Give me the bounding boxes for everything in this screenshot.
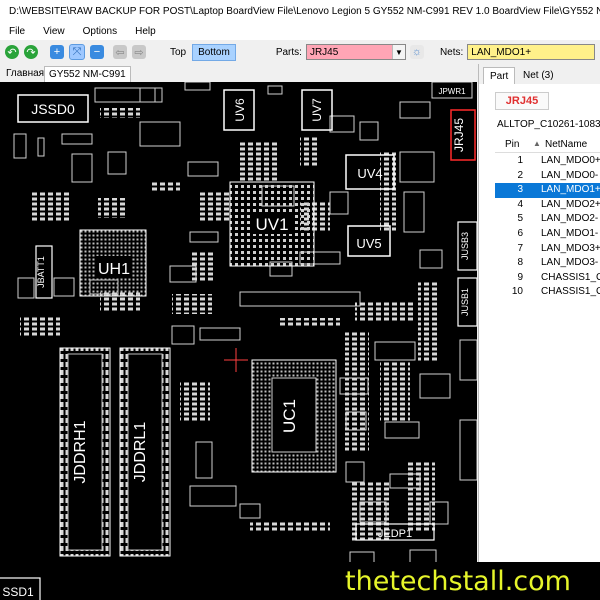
parts-label: Parts: [275,46,302,58]
nets-label: Nets: [439,46,464,58]
jddrl1-label: JDDRL1 [132,422,149,483]
table-row[interactable]: 6 LAN_MDO1- [495,227,600,242]
pin-number: 1 [517,155,523,166]
uv4-label: UV4 [357,166,382,181]
pin-number: 7 [517,242,523,254]
table-row[interactable]: 7 LAN_MDO3+ [495,242,600,257]
uv6-label: UV6 [233,98,247,122]
side-toggle: Top Bottom [164,43,236,61]
jrj45-label: JRJ45 [452,118,466,152]
net-name: LAN_MDO1+ [541,184,600,196]
table-row[interactable]: 2 LAN_MDO0- [495,169,600,184]
pin-number: 4 [517,198,523,210]
pin-number: 10 [511,286,523,298]
uv5-label: UV5 [356,236,381,251]
pin-table-header: Pin ▲ NetName [495,138,600,153]
board-drawing[interactable]: JSSD0 UV6 UV7 JPWR1 JRJ45 UV4 UV1 UV5 UH… [0,82,477,600]
net-name: CHASSIS1_GND [541,286,600,298]
net-name: LAN_MDO0- [541,169,599,181]
bottom-button[interactable]: Bottom [192,43,236,61]
menu-options[interactable]: Options [74,26,126,37]
side-tabs: Part Net (3) [479,64,600,84]
zoom-out-icon[interactable]: − [90,45,104,59]
nets-value: LAN_MDO1+ [471,46,532,58]
menu-help[interactable]: Help [126,26,165,37]
uc1-label: UC1 [280,399,299,433]
table-row[interactable]: 10 CHASSIS1_GND [495,285,600,300]
pin-number: 6 [517,227,523,239]
menu-file[interactable]: File [0,26,34,37]
tab-home[interactable]: Главная [2,66,48,81]
pin-column-header[interactable]: Pin [505,139,519,150]
pin-number: 3 [517,184,523,196]
watermark: thetechstall.com [316,562,600,600]
component-name: ALLTOP_C10261-10839 [497,119,600,130]
connector-right-2[interactable] [459,419,477,481]
net-name: LAN_MDO1- [541,227,599,239]
fit-view-icon[interactable]: ⤧ [69,44,85,60]
net-name: CHASSIS1_GND [541,271,600,283]
table-row[interactable]: 8 LAN_MDO3- [495,256,600,271]
jssd0-label: JSSD0 [31,101,75,117]
table-row[interactable]: 4 LAN_MDO2+ [495,198,600,213]
tab-net[interactable]: Net (3) [517,67,560,83]
part-name: JRJ45 [495,92,549,110]
arrow-left-icon[interactable]: ⇦ [113,45,127,59]
back-icon[interactable]: ↶ [5,45,19,59]
jbatt1-label: JBATT1 [36,256,46,288]
uv1-label: UV1 [255,215,288,234]
parts-value: JRJ45 [309,46,339,58]
connector-right-1[interactable] [459,339,477,381]
pin-number: 8 [517,257,523,269]
tab-part[interactable]: Part [483,67,516,84]
net-name: LAN_MDO3- [541,257,599,269]
pin-number: 9 [517,271,523,283]
document-tabs: Главная GY552 NM-C991 [0,64,478,82]
zoom-in-icon[interactable]: + [50,45,64,59]
tab-board-file[interactable]: GY552 NM-C991 [44,66,131,82]
jedp1-label: JEDP1 [378,528,412,540]
uh1-label: UH1 [98,261,130,278]
side-panel: Part Net (3) JRJ45 ALLTOP_C10261-10839 P… [478,64,600,600]
menu-bar: File View Options Help [0,22,600,40]
pin-number: 5 [517,213,523,225]
table-row[interactable]: 3 LAN_MDO1+ [495,183,600,198]
net-name: LAN_MDO3+ [541,242,600,254]
window-title: D:\WEBSITE\RAW BACKUP FOR POST\Laptop Bo… [9,5,600,17]
parts-select[interactable]: JRJ45 ▼ [305,44,406,60]
jusb3-label: JUSB3 [460,232,470,260]
jusb1-label: JUSB1 [460,288,470,316]
jpwr1-label: JPWR1 [438,87,466,96]
netname-column-header[interactable]: NetName [545,139,587,150]
table-row[interactable]: 1 LAN_MDO0+ [495,154,600,169]
forward-icon[interactable]: ↷ [24,45,38,59]
title-bar: D:\WEBSITE\RAW BACKUP FOR POST\Laptop Bo… [0,0,600,22]
uv7-label: UV7 [310,98,324,122]
jddrh1-label: JDDRH1 [72,420,89,483]
highlight-icon[interactable]: ☼ [409,45,424,59]
pin-number: 2 [517,169,523,181]
table-row[interactable]: 5 LAN_MDO2- [495,212,600,227]
arrow-right-icon[interactable]: ⇨ [132,45,146,59]
net-name: LAN_MDO2- [541,213,599,225]
ssd1-label: SSD1 [2,585,34,599]
pin-table: 1 LAN_MDO0+ 2 LAN_MDO0- 3 LAN_MDO1+ 4 LAN_MDO2+… [495,154,600,300]
sort-up-icon: ▲ [533,139,541,148]
net-name: LAN_MDO0+ [541,155,600,166]
chevron-down-icon[interactable]: ▼ [391,45,405,59]
board-canvas[interactable]: JSSD0 UV6 UV7 JPWR1 JRJ45 UV4 UV1 UV5 UH… [0,82,477,600]
net-name: LAN_MDO2+ [541,198,600,210]
top-button[interactable]: Top [164,47,192,58]
table-row[interactable]: 9 CHASSIS1_GND [495,271,600,286]
nets-field[interactable]: LAN_MDO1+ [467,44,596,60]
toolbar: ↶ ↷ + ⤧ − ⇦ ⇨ Top Bottom Parts: JRJ45 ▼ … [0,40,600,65]
menu-view[interactable]: View [34,26,74,37]
